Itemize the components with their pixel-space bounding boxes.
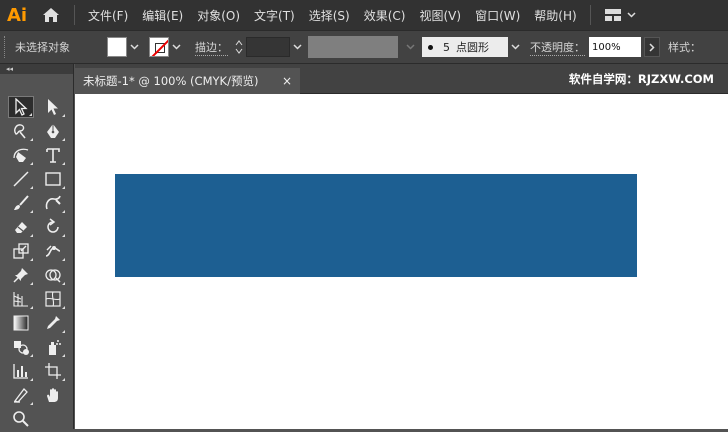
type-tool-icon[interactable] — [40, 144, 66, 166]
opacity-input[interactable]: 100% — [589, 37, 641, 57]
shaper-tool-icon[interactable] — [40, 192, 66, 214]
scale-tool-icon[interactable] — [8, 240, 34, 262]
chevron-down-icon[interactable] — [508, 37, 522, 57]
gradient-tool-icon[interactable] — [8, 312, 34, 334]
chevron-down-icon — [627, 12, 636, 18]
toolbox-collapse[interactable]: ◂◂ — [0, 64, 73, 74]
pen-tool-icon[interactable] — [40, 120, 66, 142]
document-tab-title: 未标题-1* @ 100% (CMYK/预览) — [83, 74, 259, 88]
brush-dot-icon — [428, 44, 433, 50]
home-icon[interactable] — [34, 0, 68, 30]
line-segment-tool-icon[interactable] — [8, 168, 34, 190]
tool-grid — [8, 96, 68, 432]
eyedropper-tool-icon[interactable] — [40, 312, 66, 334]
variable-width-profile[interactable] — [308, 36, 398, 58]
menu-object[interactable]: 对象(O) — [190, 7, 247, 24]
style-label[interactable]: 样式： — [668, 39, 701, 55]
perspective-grid-tool-icon[interactable] — [8, 288, 34, 310]
artboard-tool-icon[interactable] — [40, 360, 66, 382]
menu-effect[interactable]: 效果(C) — [357, 7, 413, 24]
hand-tool-icon[interactable] — [40, 384, 66, 406]
column-graph-tool-icon[interactable] — [8, 360, 34, 382]
rectangle-tool-icon[interactable] — [40, 168, 66, 190]
stroke-weight-input[interactable] — [246, 37, 290, 57]
brush-size: 5 — [443, 40, 450, 54]
menu-file[interactable]: 文件(F) — [81, 7, 135, 24]
chevron-down-icon[interactable] — [290, 37, 304, 57]
stroke-stepper[interactable] — [232, 36, 246, 58]
selection-status: 未选择对象 — [15, 41, 70, 54]
menu-window[interactable]: 窗口(W) — [468, 7, 527, 24]
selection-tool-icon[interactable] — [8, 96, 34, 118]
fill-swatch[interactable] — [107, 37, 127, 57]
toolbox: ◂◂ — [0, 64, 74, 429]
menu-help[interactable]: 帮助(H) — [527, 7, 583, 24]
menu-view[interactable]: 视图(V) — [412, 7, 468, 24]
chevron-down-icon[interactable] — [127, 37, 141, 57]
brush-definition[interactable]: 5 点圆形 — [422, 37, 508, 57]
chevron-down-icon[interactable] — [398, 37, 422, 57]
shape-builder-tool-icon[interactable] — [40, 264, 66, 286]
curvature-tool-icon[interactable] — [8, 144, 34, 166]
brush-name: 点圆形 — [456, 41, 489, 54]
menu-edit[interactable]: 编辑(E) — [135, 7, 190, 24]
menu-divider — [589, 5, 591, 25]
slice-tool-icon[interactable] — [8, 384, 34, 406]
watermark: 软件自学网：RJZXW.COM — [568, 72, 714, 86]
rotate-tool-icon[interactable] — [40, 216, 66, 238]
puppet-warp-tool-icon[interactable] — [40, 240, 66, 262]
direct-selection-tool-icon[interactable] — [40, 96, 66, 118]
blend-tool-icon[interactable] — [8, 336, 34, 358]
stroke-label[interactable]: 描边： — [195, 39, 228, 56]
stroke-swatch-inner — [155, 43, 165, 53]
magic-wand-tool-icon[interactable] — [8, 120, 34, 142]
chevron-right-icon[interactable] — [644, 37, 660, 57]
opacity-label[interactable]: 不透明度： — [530, 39, 585, 56]
stroke-swatch[interactable] — [149, 37, 169, 57]
paintbrush-tool-icon[interactable] — [8, 192, 34, 214]
menu-divider — [74, 5, 75, 25]
app-logo: Ai — [6, 4, 28, 26]
symbol-sprayer-tool-icon[interactable] — [40, 336, 66, 358]
artboard-canvas[interactable] — [75, 94, 728, 429]
pin-tool-icon[interactable] — [8, 264, 34, 286]
workspace-grid-icon — [604, 9, 621, 21]
close-icon[interactable]: × — [282, 74, 292, 88]
menu-type[interactable]: 文字(T) — [247, 7, 302, 24]
document-tab[interactable]: 未标题-1* @ 100% (CMYK/预览) × — [75, 68, 300, 94]
control-bar: 未选择对象 描边： 5 点圆形 不透明度： 100% 样式： — [0, 30, 728, 64]
zoom-tool-icon[interactable] — [8, 408, 34, 430]
mesh-tool-icon[interactable] — [40, 288, 66, 310]
document-tab-bar: 未标题-1* @ 100% (CMYK/预览) × 软件自学网：RJZXW.CO… — [75, 64, 728, 94]
panel-grip[interactable] — [4, 36, 11, 58]
eraser-tool-icon[interactable] — [8, 216, 34, 238]
chevron-down-icon[interactable] — [169, 37, 183, 57]
blue-rectangle[interactable] — [115, 174, 637, 277]
workspace-switcher[interactable] — [604, 9, 636, 21]
menu-bar: Ai 文件(F) 编辑(E) 对象(O) 文字(T) 选择(S) 效果(C) 视… — [0, 0, 728, 30]
main-menu: 文件(F) 编辑(E) 对象(O) 文字(T) 选择(S) 效果(C) 视图(V… — [81, 7, 584, 24]
menu-select[interactable]: 选择(S) — [302, 7, 357, 24]
